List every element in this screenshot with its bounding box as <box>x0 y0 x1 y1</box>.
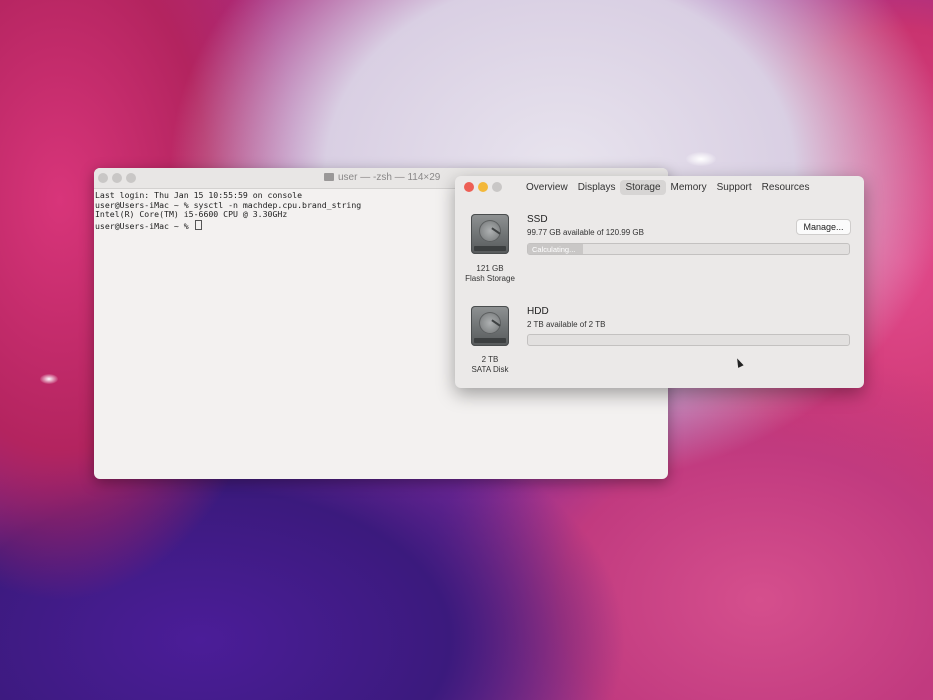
tab-displays[interactable]: Displays <box>573 180 621 195</box>
about-this-mac-window[interactable]: Overview Displays Storage Memory Support… <box>455 176 864 388</box>
tab-storage[interactable]: Storage <box>620 180 666 195</box>
cursor-icon <box>194 219 202 230</box>
tab-bar: Overview Displays Storage Memory Support… <box>521 180 814 195</box>
zoom-button[interactable] <box>492 182 502 192</box>
disk-availability: 99.77 GB available of 120.99 GB <box>527 228 644 237</box>
zoom-button[interactable] <box>126 173 136 183</box>
tab-support[interactable]: Support <box>712 180 757 195</box>
folder-icon <box>324 173 334 181</box>
terminal-title: user — -zsh — 114×29 <box>324 172 440 183</box>
tab-resources[interactable]: Resources <box>757 180 815 195</box>
tab-overview[interactable]: Overview <box>521 180 573 195</box>
disk-availability: 2 TB available of 2 TB <box>527 320 606 329</box>
hard-drive-icon <box>471 214 509 254</box>
disk-name: SSD <box>527 214 548 225</box>
storage-bar: Calculating... <box>527 243 850 255</box>
manage-button[interactable]: Manage... <box>796 219 851 235</box>
close-button[interactable] <box>464 182 474 192</box>
disk-caption: 121 GB Flash Storage <box>465 264 515 283</box>
close-button[interactable] <box>98 173 108 183</box>
disk-caption: 2 TB SATA Disk <box>471 355 509 374</box>
disk-name: HDD <box>527 306 549 317</box>
storage-bar <box>527 334 850 346</box>
storage-row-hdd: 2 TB SATA Disk HDD 2 TB available of 2 T… <box>455 306 864 388</box>
about-titlebar[interactable]: Overview Displays Storage Memory Support… <box>455 176 864 198</box>
screen-glare <box>686 152 716 166</box>
tab-memory[interactable]: Memory <box>666 180 712 195</box>
storage-bar-status: Calculating... <box>532 245 576 254</box>
minimize-button[interactable] <box>478 182 488 192</box>
screen-glare <box>40 374 58 384</box>
minimize-button[interactable] <box>112 173 122 183</box>
hard-drive-icon <box>471 306 509 346</box>
